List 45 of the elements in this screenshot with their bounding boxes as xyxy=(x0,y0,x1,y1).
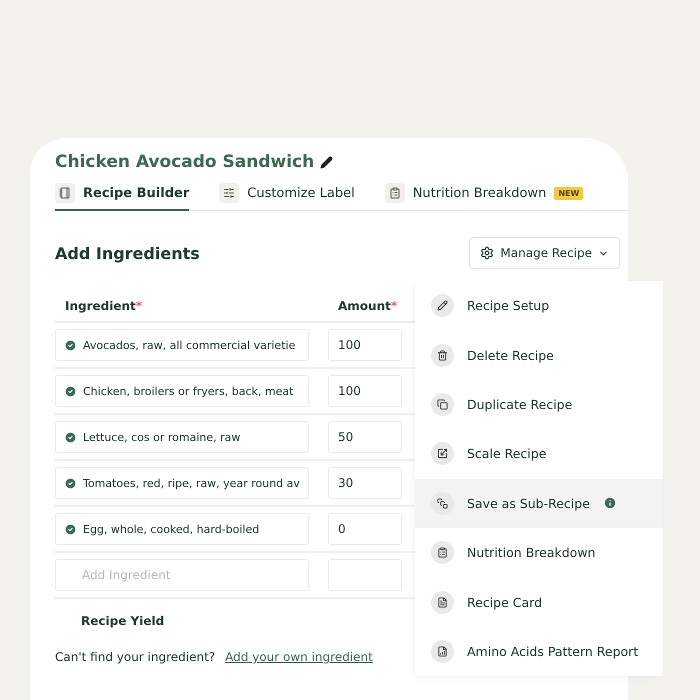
menu-item[interactable]: Recipe Setup xyxy=(415,281,663,330)
menu-item[interactable]: Amino Acids Pattern Report xyxy=(415,626,663,676)
menu-item[interactable]: Duplicate Recipe xyxy=(415,380,663,430)
ingredient-field[interactable]: Tomatoes, red, ripe, raw, year round av xyxy=(55,467,309,499)
menu-item[interactable]: Recipe Card xyxy=(415,577,663,627)
manage-recipe-button[interactable]: Manage Recipe xyxy=(469,237,620,269)
pencil-icon xyxy=(431,294,454,318)
ingredient-field[interactable]: Chicken, broilers or fryers, back, meat xyxy=(55,375,309,407)
tab[interactable]: Recipe Builder xyxy=(55,180,190,211)
amount-field[interactable]: 100 xyxy=(328,329,402,361)
amount-field[interactable]: 30 xyxy=(328,467,402,499)
menu-item[interactable]: Nutrition Breakdown xyxy=(415,528,663,578)
amount-field[interactable]: 100 xyxy=(328,375,402,407)
sliders-icon xyxy=(219,183,240,203)
amount-field[interactable]: 50 xyxy=(328,421,402,453)
new-badge: NEW xyxy=(554,186,584,200)
tab[interactable]: Nutrition Breakdown NEW xyxy=(384,180,584,211)
clipboard-icon xyxy=(384,183,405,203)
scale-icon xyxy=(431,442,454,466)
menu-item[interactable]: Scale Recipe xyxy=(415,429,663,479)
trash-icon xyxy=(431,344,454,367)
ingredient-field[interactable]: Avocados, raw, all commercial varietie xyxy=(55,329,309,361)
ingredient-field[interactable]: Lettuce, cos or romaine, raw xyxy=(55,421,309,453)
edit-icon[interactable] xyxy=(320,156,334,168)
ingredient-field[interactable]: Egg, whole, cooked, hard-boiled xyxy=(55,513,309,545)
menu-item[interactable]: Delete Recipe xyxy=(415,330,663,380)
tab[interactable]: Customize Label xyxy=(219,180,355,211)
section-heading: Add Ingredients xyxy=(55,244,200,262)
add-ingredient-field[interactable]: Add Ingredient xyxy=(55,559,309,591)
stack-icon xyxy=(431,492,454,515)
clipboard-icon xyxy=(431,541,454,564)
column-header: Ingredient* xyxy=(65,299,142,313)
notebook-icon xyxy=(55,183,75,203)
settings-icon xyxy=(480,246,494,260)
add-ingredient-link[interactable]: Add your own ingredient xyxy=(225,650,373,664)
info-icon[interactable] xyxy=(602,496,617,510)
recipe-yield-label: Recipe Yield xyxy=(81,614,164,628)
help-text: Can't find your ingredient? xyxy=(55,650,216,664)
report-icon xyxy=(431,640,454,663)
copy-icon xyxy=(431,392,454,416)
menu-item[interactable]: Save as Sub-Recipe xyxy=(415,478,663,528)
amount-field[interactable]: 0 xyxy=(328,513,402,545)
document-icon xyxy=(431,590,454,614)
recipe-title: Chicken Avocado Sandwich xyxy=(55,152,314,172)
column-header: Amount* xyxy=(338,299,398,313)
